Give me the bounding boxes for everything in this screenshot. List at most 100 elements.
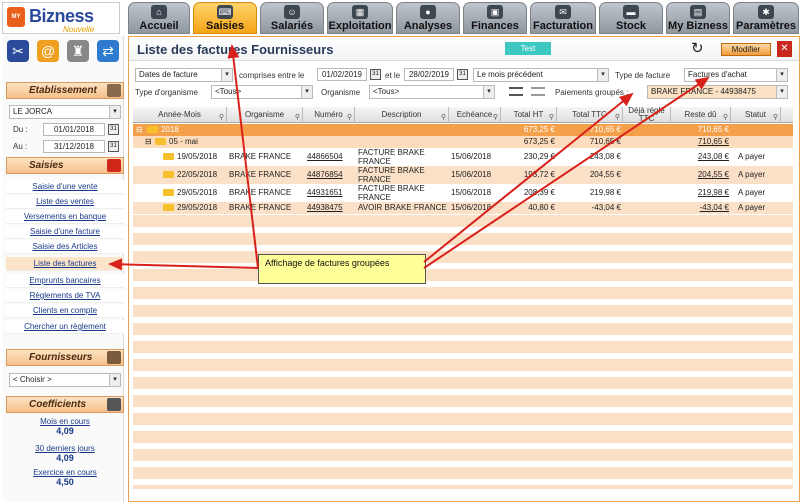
group-row-month[interactable]: ⊟ 05 - mai 673,25 € 710,65 € 710,65 € [133, 136, 793, 148]
row-numero[interactable]: 44876854 [307, 169, 343, 181]
du-input[interactable]: 01/01/2018 [43, 123, 105, 136]
menu-chercher-reglement[interactable]: Chercher un règlement [6, 320, 124, 334]
folder-icon [163, 153, 174, 161]
tab-finances[interactable]: ▣ Finances [463, 2, 527, 34]
row-total-ttc: 204,55 € [589, 170, 621, 179]
table-row[interactable]: 22/05/2018 BRAKE FRANCE 44876854 FACTURE… [133, 166, 793, 184]
tab-salaries[interactable]: ☺ Salariés [260, 2, 324, 34]
row-total-ttc: 219,98 € [589, 188, 621, 197]
row-total-ttc: 243,08 € [589, 152, 621, 161]
list-view-icon[interactable] [509, 87, 523, 96]
menu-clients-compte[interactable]: Clients en compte [6, 304, 124, 318]
sort-icon[interactable]: ⚲ [615, 110, 620, 123]
row-reste[interactable]: -43,04 € [671, 202, 729, 214]
group-view-icon[interactable] [531, 87, 545, 96]
close-icon[interactable]: ✕ [777, 41, 792, 57]
tab-facturation[interactable]: ✉ Facturation [530, 2, 596, 34]
tab-analyses[interactable]: ● Analyses [396, 2, 460, 34]
fournisseur-select[interactable]: < Choisir > ▾ [9, 373, 121, 387]
calendar-icon[interactable]: 31 [457, 69, 468, 80]
sync-icon[interactable]: ⇄ [97, 40, 119, 62]
coef-name[interactable]: 30 derniers jours [6, 444, 124, 453]
coef-name[interactable]: Mois en cours [6, 417, 124, 426]
sort-icon[interactable]: ⚲ [723, 110, 728, 123]
col-total-ttc[interactable]: Total TTC ⚲ [557, 107, 623, 123]
col-organisme[interactable]: Organisme ⚲ [227, 107, 303, 123]
modifier-button[interactable]: Modifier [721, 43, 771, 56]
menu-liste-ventes[interactable]: Liste des ventes [6, 195, 124, 209]
sort-icon[interactable]: ⚲ [773, 110, 778, 123]
au-input[interactable]: 31/12/2018 [43, 140, 105, 153]
menu-saisie-vente[interactable]: Saisie d'une vente [6, 180, 124, 194]
sort-icon[interactable]: ⚲ [347, 110, 352, 123]
type-facture-select[interactable]: Factures d'achat ▾ [684, 68, 788, 82]
test-button[interactable]: Test [505, 42, 551, 55]
col-description[interactable]: Description ⚲ [355, 107, 449, 123]
menu-saisie-facture[interactable]: Saisie d'une facture [6, 225, 124, 239]
row-description: FACTURE BRAKE FRANCE [358, 166, 425, 184]
coef-name[interactable]: Exercice en cours [6, 468, 124, 477]
tools-icon[interactable]: ✂ [7, 40, 29, 62]
menu-saisie-articles[interactable]: Saisie des Articles [6, 240, 124, 254]
coef-value: 4,09 [56, 453, 74, 463]
row-echeance: 15/06/2018 [451, 152, 492, 161]
tab-saisies[interactable]: ⌨ Saisies [193, 2, 257, 34]
period-select[interactable]: Le mois précédent ▾ [473, 68, 609, 82]
expand-icon[interactable]: ⊟ [136, 124, 143, 136]
group-row-year[interactable]: ⊟ 2018 673,25 € 710,65 € 710,65 € [133, 124, 793, 136]
logo-brand: Bizness [29, 6, 94, 26]
sort-icon[interactable]: ⚲ [441, 110, 446, 123]
type-organisme-value: <Tous> [215, 87, 242, 96]
paiements-groupes-select[interactable]: BRAKE FRANCE - 44938475 ▾ [647, 85, 788, 99]
col-numero[interactable]: Numéro ⚲ [303, 107, 355, 123]
tab-parametres[interactable]: ✱ Paramètres [733, 2, 799, 34]
row-numero[interactable]: 44866504 [307, 151, 343, 163]
row-statut: A payer [738, 170, 766, 179]
table-row[interactable]: 29/05/2018 BRAKE FRANCE 44938475 AVOIR B… [133, 202, 793, 214]
calendar-icon[interactable]: 31 [370, 69, 381, 80]
refresh-icon[interactable]: ↻ [691, 41, 704, 56]
date-to-input[interactable]: 28/02/2019 [404, 68, 454, 81]
at-icon[interactable]: @ [37, 40, 59, 62]
row-reste[interactable]: 243,08 € [671, 151, 729, 163]
row-numero[interactable]: 44931651 [307, 187, 343, 199]
type-organisme-select[interactable]: <Tous> ▾ [211, 85, 313, 99]
organisme-select[interactable]: <Tous> ▾ [369, 85, 495, 99]
menu-reglements-tva[interactable]: Règlements de TVA [6, 289, 124, 303]
chevron-down-icon: ▾ [109, 106, 120, 118]
date-type-select[interactable]: Dates de facture ▾ [135, 68, 233, 82]
tab-mybizness[interactable]: ▤ My Bizness [666, 2, 730, 34]
row-date: 29/05/2018 [163, 202, 217, 214]
col-deja-regle[interactable]: Déjà réglé TTC [623, 107, 671, 123]
menu-liste-factures[interactable]: Liste des factures [6, 257, 124, 271]
tab-accueil[interactable]: ⌂ Accueil [128, 2, 190, 34]
col-reste-du[interactable]: Reste dû ⚲ [671, 107, 731, 123]
month-reste[interactable]: 710,65 € [671, 136, 729, 148]
sort-icon[interactable]: ⚲ [295, 110, 300, 123]
row-total-ht: 40,80 € [528, 203, 555, 212]
menu-emprunts[interactable]: Emprunts bancaires [6, 274, 124, 288]
row-numero[interactable]: 44938475 [307, 202, 343, 214]
col-total-ht[interactable]: Total HT ⚲ [501, 107, 557, 123]
calendar-icon[interactable]: 31 [108, 141, 119, 152]
table-row[interactable]: 29/05/2018 BRAKE FRANCE 44931651 FACTURE… [133, 184, 793, 202]
col-statut[interactable]: Statut ⚲ [731, 107, 781, 123]
chef-icon[interactable]: ♜ [67, 40, 89, 62]
tab-stock[interactable]: ▬ Stock [599, 2, 663, 34]
menu-versements[interactable]: Versements en banque [6, 210, 124, 224]
tab-exploitation[interactable]: ▦ Exploitation [327, 2, 393, 34]
col-echeance[interactable]: Echéance ⚲ [449, 107, 501, 123]
sort-icon[interactable]: ⚲ [493, 110, 498, 123]
calendar-icon[interactable]: 31 [108, 124, 119, 135]
sort-icon[interactable]: ⚲ [219, 110, 224, 123]
col-annee-mois[interactable]: Année-Mois ⚲ [133, 107, 227, 123]
col-label: Déjà réglé TTC [628, 107, 665, 123]
sort-icon[interactable]: ⚲ [549, 110, 554, 123]
chevron-down-icon: ▾ [776, 86, 787, 98]
expand-icon[interactable]: ⊟ [145, 136, 152, 148]
row-reste[interactable]: 219,98 € [671, 187, 729, 199]
row-reste[interactable]: 204,55 € [671, 169, 729, 181]
table-row[interactable]: 19/05/2018 BRAKE FRANCE 44866504 FACTURE… [133, 148, 793, 166]
date-from-input[interactable]: 01/02/2019 [317, 68, 367, 81]
etablissement-select[interactable]: LE JORCA ▾ [9, 105, 121, 119]
